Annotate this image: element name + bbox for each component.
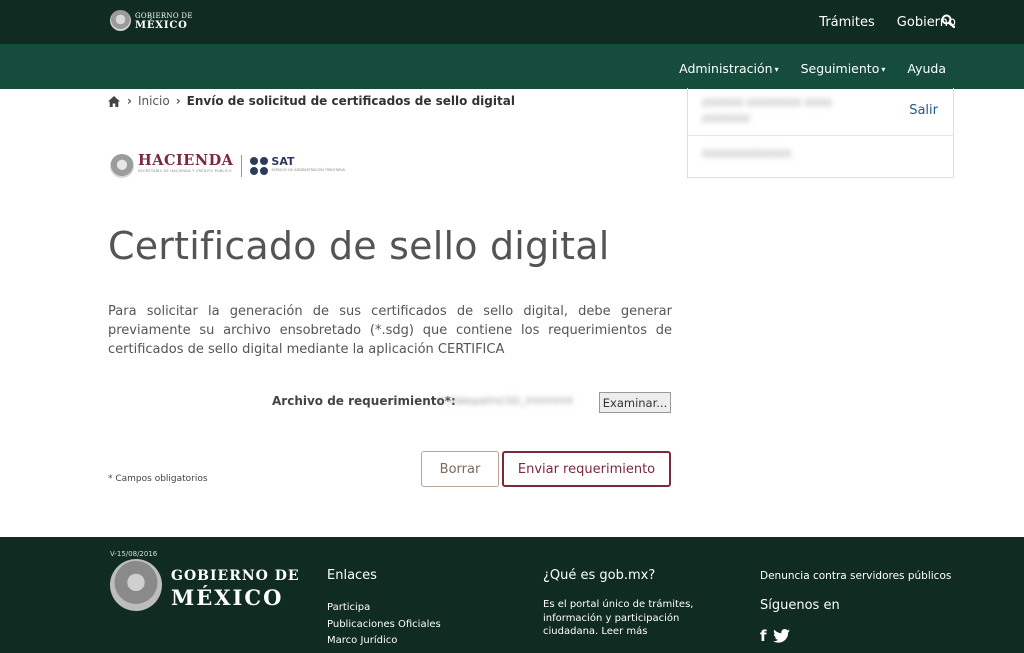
footer-about-title: ¿Qué es gob.mx? [543,568,656,583]
search-icon[interactable] [941,14,955,28]
top-nav: Trámites Gobierno [819,15,956,30]
user-name: XXXXXX XXXXXXXX XXXX XXXXXXX [702,98,832,125]
facebook-icon[interactable]: f [760,627,767,645]
footer-links-title: Enlaces [327,568,377,583]
logout-link[interactable]: Salir [909,103,938,118]
file-input-value[interactable]: C:\fakepath\CSD_XXXXXXX [438,396,596,407]
national-seal-icon [110,154,134,178]
home-icon[interactable] [108,95,120,107]
file-field-label: Archivo de requerimiento*: [272,394,456,408]
report-link[interactable]: Denuncia contra servidores públicos [760,570,951,582]
follow-us-label: Síguenos en [760,598,840,613]
twitter-icon[interactable] [772,629,790,643]
user-rfc: XXXXXXXXXXXXX [702,149,792,160]
institution-logos: HACIENDA SECRETARÍA DE HACIENDA Y CRÉDIT… [110,152,345,178]
footer-about-text[interactable]: Es el portal único de trámites, informac… [543,598,713,639]
submit-request-button[interactable]: Enviar requerimiento [502,451,671,487]
secondary-nav: Administración ▾ Seguimiento ▾ Ayuda [679,61,946,76]
logo-line-2: MÉXICO [135,19,188,31]
menu-seguimiento[interactable]: Seguimiento ▾ [801,61,886,76]
gobierno-mexico-logo[interactable]: GOBIERNO DE MÉXICO [110,10,193,31]
breadcrumb-current: Envío de solicitud de certificados de se… [186,94,515,108]
version-label: V-15/08/2016 [110,550,158,558]
footer-link-participa[interactable]: Participa [327,600,441,617]
caret-down-icon: ▾ [881,65,886,74]
footer-link-publicaciones[interactable]: Publicaciones Oficiales [327,617,441,634]
secondary-nav-bar: Administración ▾ Seguimiento ▾ Ayuda [0,44,1024,89]
breadcrumb-inicio[interactable]: Inicio [138,94,170,108]
footer-links: Participa Publicaciones Oficiales Marco … [327,600,441,650]
sat-logo-icon [250,157,269,175]
breadcrumb: › Inicio › Envío de solicitud de certifi… [108,94,515,108]
clear-button[interactable]: Borrar [421,451,499,487]
menu-administracion[interactable]: Administración ▾ [679,61,778,76]
sat-logo: SAT SERVICIO DE ADMINISTRACIÓN TRIBUTARI… [271,155,345,172]
footer-gobierno-logo[interactable]: GOBIERNO DE MÉXICO [171,565,300,609]
logo-divider [241,155,243,177]
page-title: Certificado de sello digital [108,224,610,268]
national-seal-icon [110,559,162,611]
user-panel: XXXXXX XXXXXXXX XXXX XXXXXXX Salir XXXXX… [687,88,954,178]
page-description: Para solicitar la generación de sus cert… [108,304,672,357]
top-bar: GOBIERNO DE MÉXICO Trámites Gobierno [0,0,1024,44]
required-fields-note: * Campos obligatorios [108,474,208,484]
footer: V-15/08/2016 GOBIERNO DE MÉXICO Enlaces … [0,537,1024,653]
breadcrumb-separator: › [175,94,181,108]
nav-tramites[interactable]: Trámites [819,15,875,30]
hacienda-logo: HACIENDA SECRETARÍA DE HACIENDA Y CRÉDIT… [138,152,234,173]
footer-link-marco-juridico[interactable]: Marco Jurídico [327,633,441,650]
menu-ayuda[interactable]: Ayuda [907,61,946,76]
breadcrumb-separator: › [127,94,132,108]
national-seal-icon [110,10,131,31]
social-links: f [760,627,790,645]
caret-down-icon: ▾ [774,65,779,74]
browse-button[interactable]: Examinar... [599,392,671,413]
